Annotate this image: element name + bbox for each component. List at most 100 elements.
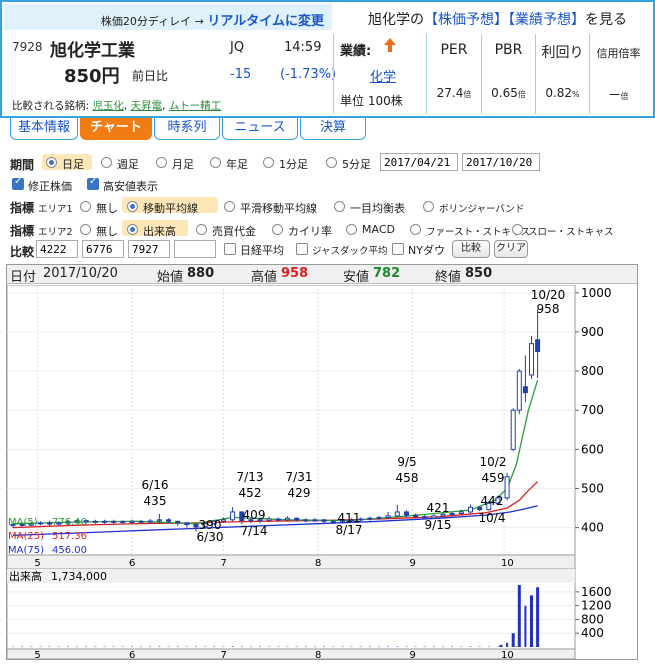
price-tick-label: 700 (581, 403, 604, 417)
nydow-checkbox[interactable] (392, 243, 404, 255)
area1-label: エリア1 (38, 204, 73, 215)
candle-body (92, 520, 98, 523)
market-name: JQ (230, 40, 245, 55)
compare-code-input[interactable] (128, 240, 170, 258)
earnings-forecast-link[interactable]: 【業績予想】 (508, 12, 585, 28)
candle-body (129, 520, 135, 524)
high-annotation-date: 7/31 (286, 470, 313, 484)
area2-turnover-radio[interactable] (196, 224, 207, 235)
sector-link[interactable]: 化学 (370, 66, 396, 85)
realtime-link[interactable]: リアルタイムに変更 (207, 14, 324, 29)
area2-volume-radio[interactable] (127, 224, 138, 235)
area2-slow-stoch-radio[interactable] (512, 224, 523, 235)
candle-body (138, 520, 144, 523)
high-annotation-value: 958 (537, 302, 560, 316)
candle-body (275, 518, 281, 521)
high-low-checkbox[interactable] (87, 176, 99, 190)
period-daily-radio[interactable] (46, 157, 57, 168)
tab-chart[interactable]: チャート (80, 118, 152, 140)
area2-option: 売買代金 (212, 225, 256, 238)
tab-financials[interactable]: 決算 (300, 118, 366, 140)
margin-ratio-value: ー倍 (608, 88, 629, 102)
area1-ichimoku-radio[interactable] (334, 201, 345, 212)
open-label: 始値 (157, 270, 184, 285)
period-5min-radio[interactable] (326, 157, 337, 168)
high-annotation-value: 429 (288, 486, 311, 500)
month-axis-bar (7, 554, 576, 570)
nikkei-checkbox[interactable] (224, 243, 236, 255)
candle-body (535, 339, 541, 353)
valuation-table: PER 27.4倍 PBR 0.65倍 利回り 0.82% 信用倍率 ー倍 (426, 34, 648, 114)
compare-code-input[interactable] (174, 240, 216, 258)
candle-body (37, 522, 43, 525)
compared-stock-link[interactable]: ムトー精工 (169, 100, 222, 112)
low-value: 782 (373, 266, 401, 281)
candle-body (510, 409, 516, 450)
area2-option: スロー・ストキャス (528, 227, 614, 238)
nydow-label: NYダウ (408, 244, 445, 257)
volume-tick-label: 800 (581, 612, 604, 626)
compared-stock-link[interactable]: 天昇電 (131, 100, 163, 112)
per-label: PER (440, 42, 468, 58)
period-1min-radio[interactable] (263, 157, 274, 168)
month-tick-label: 9 (410, 650, 416, 659)
volume-bar (396, 646, 399, 647)
stock-chart: 400 500 600 700 800 900 1000 6/16 435 7/13 452 7/3… (7, 285, 612, 659)
jasdaq-checkbox[interactable] (296, 243, 308, 255)
price-tick-label: 800 (581, 364, 604, 378)
ma25-value: 517.36 (52, 531, 87, 542)
month-tick-label: 7 (220, 558, 226, 569)
area1-option: 無し (96, 202, 118, 215)
high-annotation-value: 435 (144, 494, 167, 508)
area1-option: ボリンジャーバンド (439, 204, 525, 215)
compare-code-input[interactable] (36, 240, 78, 258)
clear-button[interactable]: クリア (494, 240, 528, 258)
adjusted-price-checkbox[interactable] (12, 176, 24, 190)
area2-deviation-radio[interactable] (272, 224, 283, 235)
high-label: 高値 (251, 270, 278, 285)
period-option: 日足 (62, 158, 84, 171)
month-tick-label: 6 (129, 558, 135, 569)
compare-button[interactable]: 比較 (452, 240, 490, 258)
period-monthly-radio[interactable] (156, 157, 167, 168)
period-weekly-radio[interactable] (101, 157, 112, 168)
low-annotation-value: 409 (243, 508, 266, 522)
candle-body (468, 506, 473, 513)
area1-smoothed-ma-radio[interactable] (224, 201, 235, 212)
tab-basic-info[interactable]: 基本情報 (10, 118, 78, 140)
area2-fast-stoch-radio[interactable] (410, 224, 421, 235)
price-change-percent: (-1.73%) (280, 67, 337, 82)
compare-code-input[interactable] (82, 240, 124, 258)
tab-news[interactable]: ニュース (222, 118, 298, 140)
volume-bar (524, 605, 527, 647)
compared-stock-link[interactable]: 児玉化 (92, 100, 124, 112)
area1-option: 移動平均線 (143, 202, 198, 215)
period-option: 5分足 (342, 158, 371, 171)
area2-none-radio[interactable] (80, 224, 91, 235)
high-annotation-value: 452 (239, 486, 262, 500)
high-low-label: 高安値表示 (103, 180, 158, 193)
area1-bollinger-radio[interactable] (423, 201, 434, 212)
price-tick-label: 400 (581, 521, 604, 535)
month-tick-label: 8 (315, 650, 321, 659)
low-annotation-value: 442 (481, 494, 504, 508)
candle-body (294, 517, 300, 521)
volume-bar (511, 633, 515, 647)
stock-forecast-link[interactable]: 【株価予想】 (424, 12, 508, 28)
area1-none-radio[interactable] (80, 201, 91, 212)
yield-label: 利回り (541, 45, 584, 61)
candle-body (266, 518, 272, 522)
low-annotation-date: 8/17 (336, 523, 363, 537)
date-from-input[interactable] (380, 153, 458, 171)
candle-body (111, 520, 117, 523)
area2-macd-radio[interactable] (346, 224, 357, 235)
candle-body (147, 520, 153, 523)
trading-unit: 単位 100株 (340, 94, 403, 108)
area1-ma-radio[interactable] (127, 201, 138, 212)
ma5-value: 776.40 (52, 517, 87, 528)
volume-tick-label: 400 (581, 626, 604, 640)
predict-prefix: 旭化学の (368, 12, 424, 28)
tab-timeseries[interactable]: 時系列 (154, 118, 220, 140)
date-to-input[interactable] (462, 153, 540, 171)
period-yearly-radio[interactable] (210, 157, 221, 168)
